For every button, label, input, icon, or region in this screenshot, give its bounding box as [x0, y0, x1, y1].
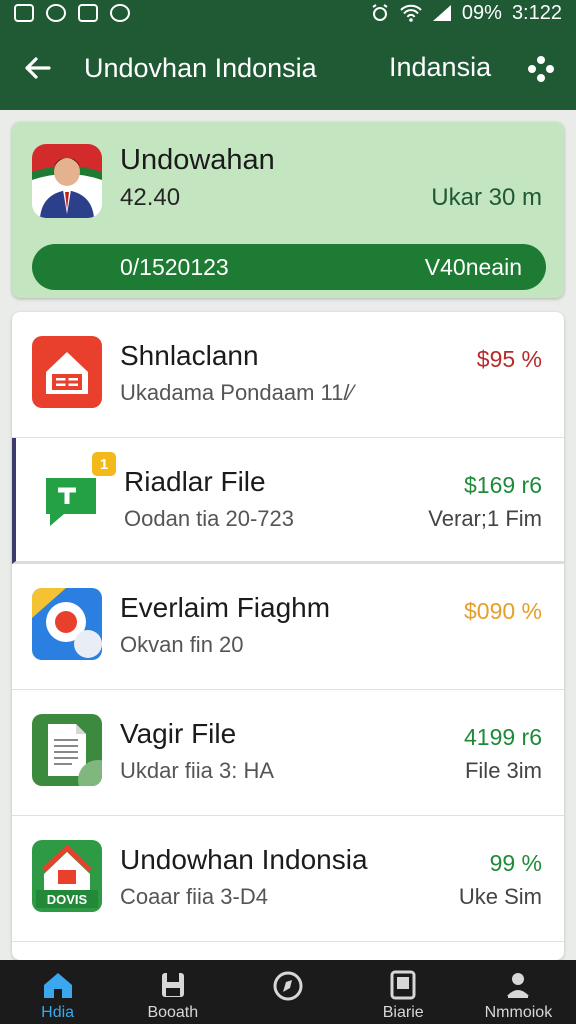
item-note: Uke Sim	[458, 884, 542, 909]
summary-meta: Ukar 30 m	[431, 184, 542, 211]
nav-profile[interactable]: Nmmoiok	[461, 960, 576, 1024]
tablet-icon	[390, 970, 416, 1000]
arrow-back-icon	[25, 57, 51, 79]
battery-percent: 09%	[461, 1, 502, 24]
item-value: 4199 r6	[463, 724, 542, 750]
item-title: Shnlaclann	[120, 340, 259, 371]
nav-label: Booath	[147, 1004, 199, 1021]
list-item[interactable]: Everlaim Fiaghm Okvan fin 20 $090 %	[12, 564, 564, 690]
summary-card[interactable]: Undowahan 42.40 Ukar 30 m 0/1520123 V40n…	[12, 122, 564, 298]
person-icon	[507, 973, 530, 998]
page-title: Undovhan Indonsia	[84, 52, 317, 83]
list-item[interactable]: Vagir File Ukdar fiia 3: HA 4199 r6 File…	[12, 690, 564, 816]
list-item[interactable]: DOVIS Undowhan Indonsia Coaar fiia 3-D4 …	[12, 816, 564, 942]
item-subtitle: Ukadama Pondaam 11/⁄	[120, 380, 354, 405]
country-selector[interactable]: Indansia	[389, 52, 491, 83]
save-icon	[161, 973, 184, 997]
file-list: Shnlaclann Ukadama Pondaam 11/⁄ $95 % 1 …	[12, 312, 564, 960]
item-subtitle: Coaar fiia 3-D4	[120, 884, 268, 909]
item-subtitle: Ukdar fiia 3: HA	[120, 758, 275, 783]
nav-home[interactable]: Hdia	[0, 960, 115, 1024]
item-title: Undowhan Indonsia	[120, 844, 368, 875]
bottom-navigation: Hdia Booath Biarie Nmmoiok	[0, 960, 576, 1024]
item-title: Everlaim Fiaghm	[120, 592, 331, 623]
avatar	[32, 144, 102, 218]
back-button[interactable]	[0, 26, 74, 110]
item-value: $169 r6	[463, 472, 542, 498]
list-item[interactable]: 1 Riadlar File Oodan tia 20-723 $169 r6 …	[12, 438, 564, 564]
item-note: Verar;1 Fim	[428, 506, 542, 531]
notification-badge: 1	[92, 452, 116, 476]
icon-label: DOVIS	[47, 892, 88, 907]
image-notification-icon	[14, 4, 34, 22]
nav-label: Biarie	[382, 1004, 424, 1021]
item-title: Vagir File	[120, 718, 237, 749]
wifi-icon	[400, 4, 422, 22]
pill-left-text: 0/1520123	[120, 253, 229, 280]
item-note: File 3im	[464, 758, 542, 783]
shield-notification-icon	[78, 4, 98, 22]
document-green-icon	[32, 714, 102, 786]
notification-icon	[46, 4, 66, 22]
pill-right-text: V40neain	[424, 253, 522, 280]
item-title: Riadlar File	[124, 466, 266, 497]
item-subtitle: Okvan fin 20	[120, 632, 244, 657]
signal-icon	[432, 5, 451, 21]
location-blue-icon	[32, 588, 102, 660]
summary-name: Undowahan	[120, 144, 275, 176]
more-options-icon[interactable]	[526, 54, 556, 84]
notification-icons	[14, 4, 130, 22]
home-red-icon	[32, 336, 102, 408]
alarm-icon	[372, 4, 388, 21]
status-bar: 09% 3:122	[0, 0, 576, 26]
list-item[interactable]: Shnlaclann Ukadama Pondaam 11/⁄ $95 %	[12, 312, 564, 438]
item-subtitle: Oodan tia 20-723	[124, 506, 295, 531]
summary-action-pill[interactable]: 0/1520123 V40neain	[32, 244, 546, 290]
app-bar: Undovhan Indonsia Indansia	[0, 26, 576, 110]
home-icon	[43, 973, 72, 998]
circle-icon	[273, 971, 303, 1001]
nav-label: Nmmoiok	[484, 1004, 553, 1021]
nav-center[interactable]	[230, 960, 345, 1024]
item-value: $95 %	[476, 346, 542, 372]
nav-tablet[interactable]: Biarie	[346, 960, 461, 1024]
summary-amount: 42.40	[120, 184, 181, 211]
item-value: 99 %	[489, 850, 542, 876]
house-green-icon: DOVIS	[32, 840, 102, 912]
chat-notification-icon	[110, 4, 130, 22]
clock: 3:122	[511, 1, 562, 24]
nav-save[interactable]: Booath	[115, 960, 230, 1024]
item-value: $090 %	[463, 598, 542, 624]
nav-label: Hdia	[41, 1004, 75, 1021]
